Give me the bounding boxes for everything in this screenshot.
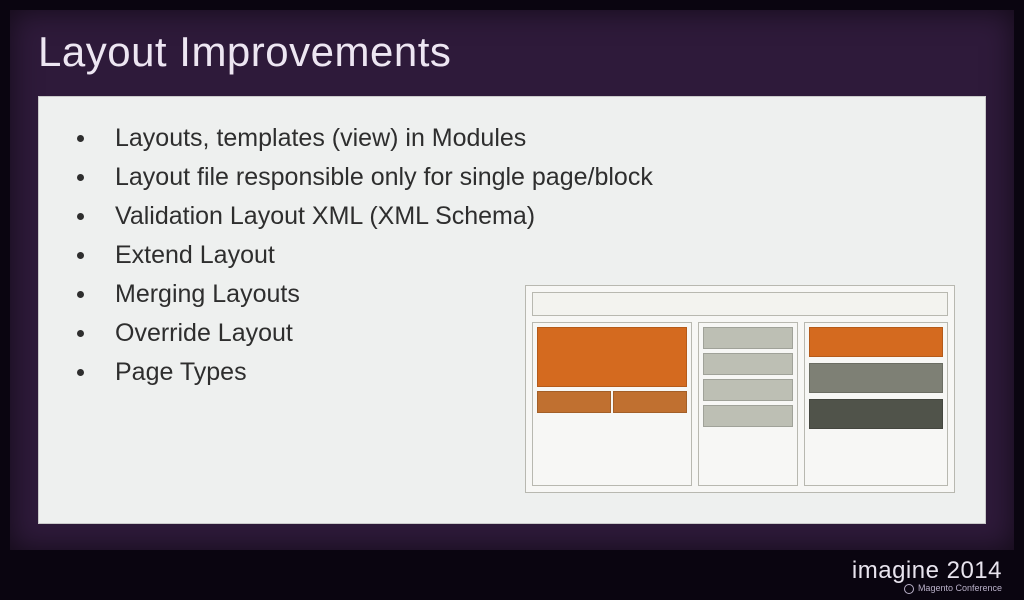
list-item: Layouts, templates (view) in Modules: [67, 119, 957, 158]
wireframe-middle-column: [698, 322, 798, 486]
slide-body: Layouts, templates (view) in Modules Lay…: [38, 96, 986, 524]
slide-title: Layout Improvements: [38, 28, 451, 76]
list-item: Validation Layout XML (XML Schema): [67, 197, 957, 236]
list-item: Extend Layout: [67, 236, 957, 275]
wireframe-right-column: [804, 322, 948, 486]
wireframe-block-orange: [613, 391, 687, 413]
wireframe-block-grey: [703, 353, 793, 375]
event-subline-text: Magento Conference: [918, 583, 1002, 593]
slide: Layout Improvements Layouts, templates (…: [10, 10, 1014, 550]
wireframe-block-grey: [809, 399, 943, 429]
list-item: Layout file responsible only for single …: [67, 158, 957, 197]
brand-year: 2014: [947, 557, 1002, 584]
wireframe-block-orange: [537, 391, 611, 413]
event-brand: imagine 2014: [852, 557, 1002, 585]
brand-word: imagine: [852, 557, 940, 584]
wireframe-block-orange: [809, 327, 943, 357]
wireframe-block-orange: [537, 327, 687, 387]
wireframe-header-region: [532, 292, 948, 316]
slide-footer: imagine 2014 Magento Conference: [852, 557, 1002, 594]
wireframe-block-grey: [703, 405, 793, 427]
wireframe-left-column: [532, 322, 692, 486]
wireframe-block-grey: [703, 379, 793, 401]
layout-wireframe-icon: [525, 285, 955, 493]
wireframe-block-grey: [703, 327, 793, 349]
wireframe-block-grey: [809, 363, 943, 393]
magento-logo-icon: [904, 584, 914, 594]
